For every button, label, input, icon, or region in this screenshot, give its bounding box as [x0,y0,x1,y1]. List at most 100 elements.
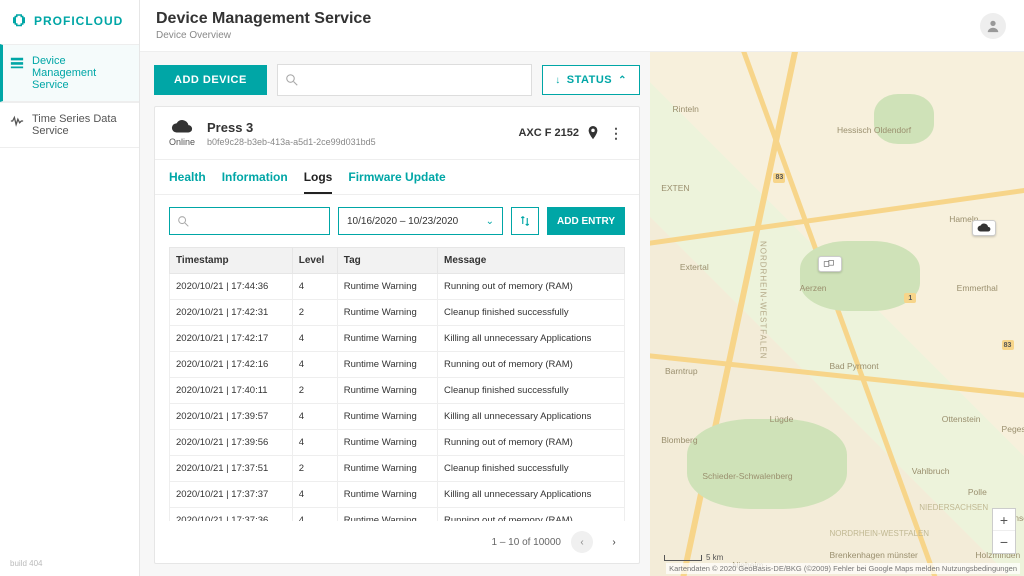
device-status: Online [169,137,195,147]
road-shield: 83 [773,173,785,183]
cell-tag: Runtime Warning [337,482,437,508]
cell-msg: Killing all unnecessary Applications [438,326,625,352]
chevron-down-icon: ⌄ [486,216,494,227]
swap-icon [519,215,531,227]
cell-msg: Running out of memory (RAM) [438,430,625,456]
map-forest [800,241,920,311]
table-row[interactable]: 2020/10/21 | 17:37:512Runtime WarningCle… [170,456,625,482]
cell-tag: Runtime Warning [337,326,437,352]
city-label: Bad Pyrmont [830,361,879,371]
road-shield: 1 [904,293,916,303]
cell-ts: 2020/10/21 | 17:42:17 [170,326,293,352]
cluster-icon [823,259,837,269]
scale-label: 5 km [706,553,723,562]
log-search[interactable] [169,207,330,235]
tsd-icon [10,114,24,128]
device-menu-button[interactable]: ⋮ [607,125,625,142]
brand-text: PROFICLOUD [34,14,123,28]
table-row[interactable]: 2020/10/21 | 17:42:174Runtime WarningKil… [170,326,625,352]
device-card: Online Press 3 b0fe9c28-b3eb-413a-a5d1-2… [154,106,640,564]
tab-health[interactable]: Health [169,170,206,194]
global-search[interactable] [277,64,532,96]
page-title: Device Management Service [156,10,371,28]
region-label: NIEDERSACHSEN [919,503,988,512]
body: ADD DEVICE ↓ STATUS ⌃ [140,52,1024,576]
device-status-block: Online [169,119,195,147]
device-model: AXC F 2152 [518,127,579,139]
pager-prev-button[interactable]: ‹ [571,531,593,553]
device-uuid: b0fe9c28-b3eb-413a-a5d1-2ce99d031bd5 [207,137,376,147]
add-device-button[interactable]: ADD DEVICE [154,65,267,95]
device-right: AXC F 2152 ⋮ [518,125,625,142]
city-label: Aerzen [800,283,827,293]
map-pane[interactable]: RintelnEXTENHessisch OldendorfHamelnExte… [650,52,1024,576]
col-timestamp[interactable]: Timestamp [170,248,293,274]
table-header-row: Timestamp Level Tag Message [170,248,625,274]
road-shield: 83 [1002,340,1014,350]
table-row[interactable]: 2020/10/21 | 17:42:164Runtime WarningRun… [170,352,625,378]
search-input[interactable] [298,74,523,86]
title-block: Device Management Service Device Overvie… [156,10,371,41]
cell-ts: 2020/10/21 | 17:44:36 [170,274,293,300]
cell-level: 4 [292,482,337,508]
cell-level: 2 [292,456,337,482]
sidebar-item-label: Device Management Service [32,55,129,91]
table-row[interactable]: 2020/10/21 | 17:37:364Runtime WarningRun… [170,508,625,522]
tab-firmware[interactable]: Firmware Update [348,170,445,194]
cell-msg: Killing all unnecessary Applications [438,404,625,430]
pager: 1 – 10 of 10000 ‹ › [155,521,639,563]
table-row[interactable]: 2020/10/21 | 17:39:574Runtime WarningKil… [170,404,625,430]
location-pin-icon[interactable] [587,126,599,140]
date-range-picker[interactable]: 10/16/2020 – 10/23/2020 ⌄ [338,207,503,235]
col-tag[interactable]: Tag [337,248,437,274]
main: Device Management Service Device Overvie… [140,0,1024,576]
map-attribution[interactable]: Kartendaten © 2020 GeoBasis-DE/BKG (©200… [666,563,1020,574]
cell-msg: Running out of memory (RAM) [438,352,625,378]
device-name: Press 3 [207,120,376,135]
table-row[interactable]: 2020/10/21 | 17:37:374Runtime WarningKil… [170,482,625,508]
table-row[interactable]: 2020/10/21 | 17:42:312Runtime WarningCle… [170,300,625,326]
table-row[interactable]: 2020/10/21 | 17:39:564Runtime WarningRun… [170,430,625,456]
log-table-wrap[interactable]: Timestamp Level Tag Message 2020/10/21 |… [155,247,639,521]
cell-msg: Cleanup finished successfully [438,378,625,404]
add-entry-button[interactable]: ADD ENTRY [547,207,625,235]
cell-ts: 2020/10/21 | 17:37:37 [170,482,293,508]
table-row[interactable]: 2020/10/21 | 17:40:112Runtime WarningCle… [170,378,625,404]
sort-toggle-button[interactable] [511,207,539,235]
sidebar-item-tsd[interactable]: Time Series Data Service [0,102,139,148]
cluster-marker[interactable] [818,256,842,272]
zoom-in-button[interactable]: + [993,509,1015,531]
zoom-out-button[interactable]: − [993,531,1015,553]
city-label: Brenkenhagen münster [830,550,918,560]
cell-level: 2 [292,378,337,404]
log-table: Timestamp Level Tag Message 2020/10/21 |… [169,247,625,521]
tab-logs[interactable]: Logs [304,170,333,194]
cell-ts: 2020/10/21 | 17:42:16 [170,352,293,378]
pager-next-button[interactable]: › [603,531,625,553]
cell-tag: Runtime Warning [337,404,437,430]
status-sort-button[interactable]: ↓ STATUS ⌃ [542,65,640,95]
col-message[interactable]: Message [438,248,625,274]
map-forest [687,419,847,509]
tabs: Health Information Logs Firmware Update [155,160,639,195]
map-scale: 5 km [664,553,723,562]
city-label: EXTEN [661,183,689,193]
cell-level: 4 [292,508,337,522]
table-row[interactable]: 2020/10/21 | 17:44:364Runtime WarningRun… [170,274,625,300]
region-label: NORDRHEIN-WESTFALEN [758,241,767,360]
cell-level: 4 [292,274,337,300]
device-marker[interactable] [972,220,996,236]
status-label: STATUS [567,74,612,86]
col-level[interactable]: Level [292,248,337,274]
log-search-input[interactable] [189,216,321,227]
map-forest [874,94,934,144]
user-avatar[interactable] [980,13,1006,39]
cell-tag: Runtime Warning [337,274,437,300]
cell-ts: 2020/10/21 | 17:42:31 [170,300,293,326]
city-label: Extertal [680,262,709,272]
tab-information[interactable]: Information [222,170,288,194]
cell-level: 4 [292,404,337,430]
sidebar-item-dms[interactable]: Device Management Service [0,44,139,102]
log-filters: 10/16/2020 – 10/23/2020 ⌄ ADD ENTRY [155,195,639,247]
cell-msg: Cleanup finished successfully [438,456,625,482]
